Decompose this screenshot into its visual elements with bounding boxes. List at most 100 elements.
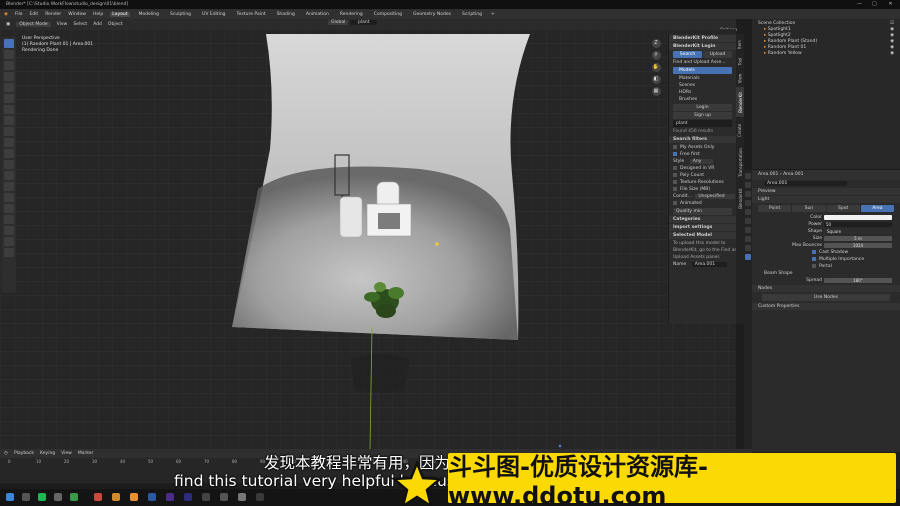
light-type-sun[interactable]: Sun	[792, 205, 826, 212]
menu-file[interactable]: File	[15, 12, 23, 17]
preview-section[interactable]: Preview	[752, 188, 900, 195]
use-nodes-button[interactable]: Use Nodes	[762, 294, 890, 301]
outliner-item[interactable]: ▸ Random Yellow ◉	[752, 51, 900, 57]
extra-tool-11[interactable]	[4, 248, 14, 257]
timeline-editor-icon[interactable]: ◷	[4, 451, 8, 456]
cast-shadow-checkbox[interactable]: Cast Shadow	[752, 249, 900, 256]
login-section[interactable]: BlenderKit Login	[669, 43, 736, 50]
tab-create[interactable]: Create	[736, 119, 744, 141]
maximize-button[interactable]: □	[867, 0, 882, 9]
taskbar-app-icon[interactable]	[70, 493, 78, 501]
asset-search-input[interactable]: plant	[673, 120, 732, 127]
tab-rendering[interactable]: Rendering	[338, 12, 365, 17]
tab-texture-paint[interactable]: Texture Paint	[235, 12, 268, 17]
menu-select[interactable]: Select	[73, 22, 87, 27]
taskbar-app-icon[interactable]	[166, 493, 174, 501]
tab-modeling[interactable]: Modeling	[137, 12, 161, 17]
style-dropdown[interactable]: Any	[689, 159, 714, 164]
taskbar-app-icon[interactable]	[256, 493, 264, 501]
extra-tool-3[interactable]	[4, 160, 14, 169]
search-filters-section[interactable]: Search filters	[669, 136, 736, 143]
tab-blenderkit-2[interactable]: Blenderkit	[736, 184, 744, 212]
extra-tool-7[interactable]	[4, 204, 14, 213]
tab-layout[interactable]: Layout	[110, 11, 130, 17]
world-props-icon[interactable]	[745, 218, 751, 224]
spread-field[interactable]: 180°	[824, 278, 892, 283]
multiple-importance-checkbox[interactable]: Multiple Importance	[752, 256, 900, 263]
tab-item[interactable]: Item	[736, 36, 744, 52]
extra-tool-2[interactable]	[4, 149, 14, 158]
view-layer-props-icon[interactable]	[745, 200, 751, 206]
move-tool[interactable]	[4, 61, 14, 70]
grid-icon[interactable]: ▦	[651, 87, 661, 96]
add-workspace-button[interactable]: +	[491, 12, 495, 17]
annotate-tool[interactable]	[4, 105, 14, 114]
taskbar-app-icon[interactable]	[238, 493, 246, 501]
animated-checkbox[interactable]: Animated	[669, 200, 736, 207]
scale-tool[interactable]	[4, 83, 14, 92]
asset-type-scenes[interactable]: Scenes	[669, 82, 736, 89]
physics-props-icon[interactable]	[745, 245, 751, 251]
extra-tool-4[interactable]	[4, 171, 14, 180]
extra-tool-9[interactable]	[4, 226, 14, 235]
camera-icon[interactable]: ◧	[651, 75, 661, 84]
menu-view[interactable]: View	[57, 22, 68, 27]
asset-type-hdrs[interactable]: HDRs	[669, 89, 736, 96]
tab-animation[interactable]: Animation	[304, 12, 331, 17]
light-data-props-icon[interactable]	[745, 254, 751, 260]
quality-min-slider[interactable]: Quality min	[673, 208, 732, 215]
max-bounces-field[interactable]: 1024	[824, 243, 892, 248]
tool-props-icon[interactable]	[745, 173, 751, 179]
shape-dropdown[interactable]: Square	[824, 229, 892, 234]
light-type-area[interactable]: Area	[860, 205, 894, 212]
datablock-name-field[interactable]: Area.001	[764, 181, 848, 186]
tab-shading[interactable]: Shading	[275, 12, 297, 17]
taskbar-app-icon[interactable]	[22, 493, 30, 501]
orientation-selector[interactable]: Global	[328, 20, 349, 25]
pan-hand-icon[interactable]: ✋	[651, 63, 661, 72]
login-button[interactable]: Login	[673, 104, 732, 111]
menu-marker[interactable]: Marker	[78, 451, 94, 456]
poly-count-checkbox[interactable]: Poly Count	[669, 172, 736, 179]
menu-help[interactable]: Help	[93, 12, 103, 17]
beam-shape-section[interactable]: Beam Shape	[752, 270, 900, 277]
taskbar-app-icon[interactable]	[94, 493, 102, 501]
light-type-spot[interactable]: Spot	[826, 205, 860, 212]
editor-type-icon[interactable]: ▣	[6, 22, 10, 27]
extra-tool-6[interactable]	[4, 193, 14, 202]
taskbar-app-icon[interactable]	[202, 493, 210, 501]
taskbar-app-icon[interactable]	[38, 493, 46, 501]
menu-render[interactable]: Render	[45, 12, 61, 17]
my-assets-checkbox[interactable]: My Assets Only	[669, 144, 736, 151]
taskbar-app-icon[interactable]	[54, 493, 62, 501]
menu-timeline-view[interactable]: View	[61, 451, 72, 456]
minimize-button[interactable]: —	[852, 0, 867, 9]
menu-window[interactable]: Window	[68, 12, 86, 17]
condition-dropdown[interactable]: Unspecified	[695, 194, 735, 199]
measure-tool[interactable]	[4, 116, 14, 125]
texture-res-checkbox[interactable]: Texture Resolutions	[669, 179, 736, 186]
select-box-tool[interactable]	[4, 39, 14, 48]
transform-tool[interactable]	[4, 94, 14, 103]
3d-viewport[interactable]	[0, 29, 736, 449]
tab-scripting[interactable]: Scripting	[460, 12, 484, 17]
tab-sculpting[interactable]: Sculpting	[168, 12, 193, 17]
constraint-props-icon[interactable]	[745, 236, 751, 242]
free-first-checkbox[interactable]: Free first	[669, 151, 736, 158]
taskbar-app-icon[interactable]	[220, 493, 228, 501]
taskbar-app-icon[interactable]	[112, 493, 120, 501]
tab-view[interactable]: View	[736, 70, 744, 86]
scene-props-icon[interactable]	[745, 209, 751, 215]
asset-type-materials[interactable]: Materials	[669, 75, 736, 82]
add-cube-tool[interactable]	[4, 127, 14, 136]
zoom-icon[interactable]: ⚲	[651, 51, 661, 60]
axis-z-gizmo[interactable]: Z	[651, 39, 661, 48]
asset-type-brushes[interactable]: Brushes	[669, 96, 736, 103]
color-swatch[interactable]	[824, 215, 892, 220]
selected-model-section[interactable]: Selected Model	[669, 232, 736, 239]
tab-tool[interactable]: Tool	[736, 53, 744, 69]
output-props-icon[interactable]	[745, 191, 751, 197]
import-settings-section[interactable]: Import settings	[669, 224, 736, 231]
asset-type-models[interactable]: Models	[673, 67, 732, 74]
menu-keying[interactable]: Keying	[40, 451, 55, 456]
